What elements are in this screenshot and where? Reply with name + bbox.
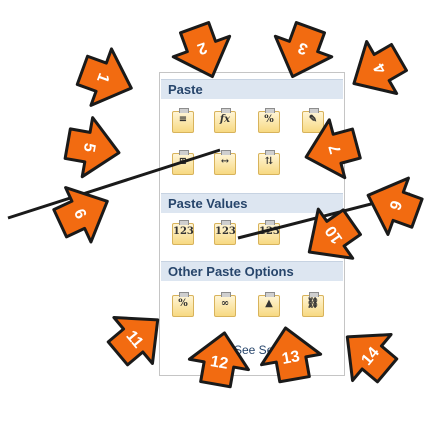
paste-link-icon[interactable]: ∞ (214, 292, 236, 317)
paste-values-source-formatting-icon[interactable]: 123 (258, 220, 280, 245)
paste-formulas-number-formatting-icon[interactable]: % (258, 108, 280, 133)
paste-formulas-icon[interactable]: fx (214, 108, 236, 133)
paste-picture-icon[interactable]: ▲ (258, 292, 280, 317)
callout-label-5: 5 (80, 142, 98, 154)
callout-label-6: 6 (70, 207, 89, 222)
callout-arrow-1: 1 (70, 40, 144, 118)
callout-arrow-5: 5 (61, 112, 126, 184)
paste-formatting-icon[interactable]: % (172, 292, 194, 317)
callout-label-4: 4 (371, 60, 390, 76)
callout-label-14: 14 (358, 344, 383, 369)
callout-label-1: 1 (93, 71, 112, 85)
section-header-paste: Paste (161, 79, 343, 99)
callout-arrow-4: 4 (337, 30, 416, 111)
paste-transpose-icon[interactable]: ⇅ (258, 150, 280, 175)
section-header-other-paste-options: Other Paste Options (161, 261, 343, 281)
paste-keep-column-widths-icon[interactable]: ↔ (214, 150, 236, 175)
paste-values-number-formatting-icon[interactable]: 123 (214, 220, 236, 245)
section-header-paste-values: Paste Values (161, 193, 343, 213)
paste-no-borders-icon[interactable]: ⊞ (172, 150, 194, 175)
callout-arrow-6: 6 (45, 172, 122, 252)
callout-label-11: 11 (122, 328, 146, 352)
paste-options-menu: Paste ≡ fx % ✎ ⊞ ↔ ⇅ Paste Values 123 12… (159, 72, 345, 376)
callout-label-9: 9 (387, 199, 406, 213)
paste-linked-picture-icon[interactable]: ⛓ (302, 292, 324, 317)
paste-values-icon[interactable]: 123 (172, 220, 194, 245)
callout-label-3: 3 (296, 38, 310, 57)
paste-special-link[interactable]: See Se... (234, 343, 283, 357)
callout-label-2: 2 (195, 38, 209, 57)
callout-arrow-8: 9 (356, 165, 429, 243)
paste-icon[interactable]: ≡ (172, 108, 194, 133)
paste-keep-source-formatting-icon[interactable]: ✎ (302, 108, 324, 133)
